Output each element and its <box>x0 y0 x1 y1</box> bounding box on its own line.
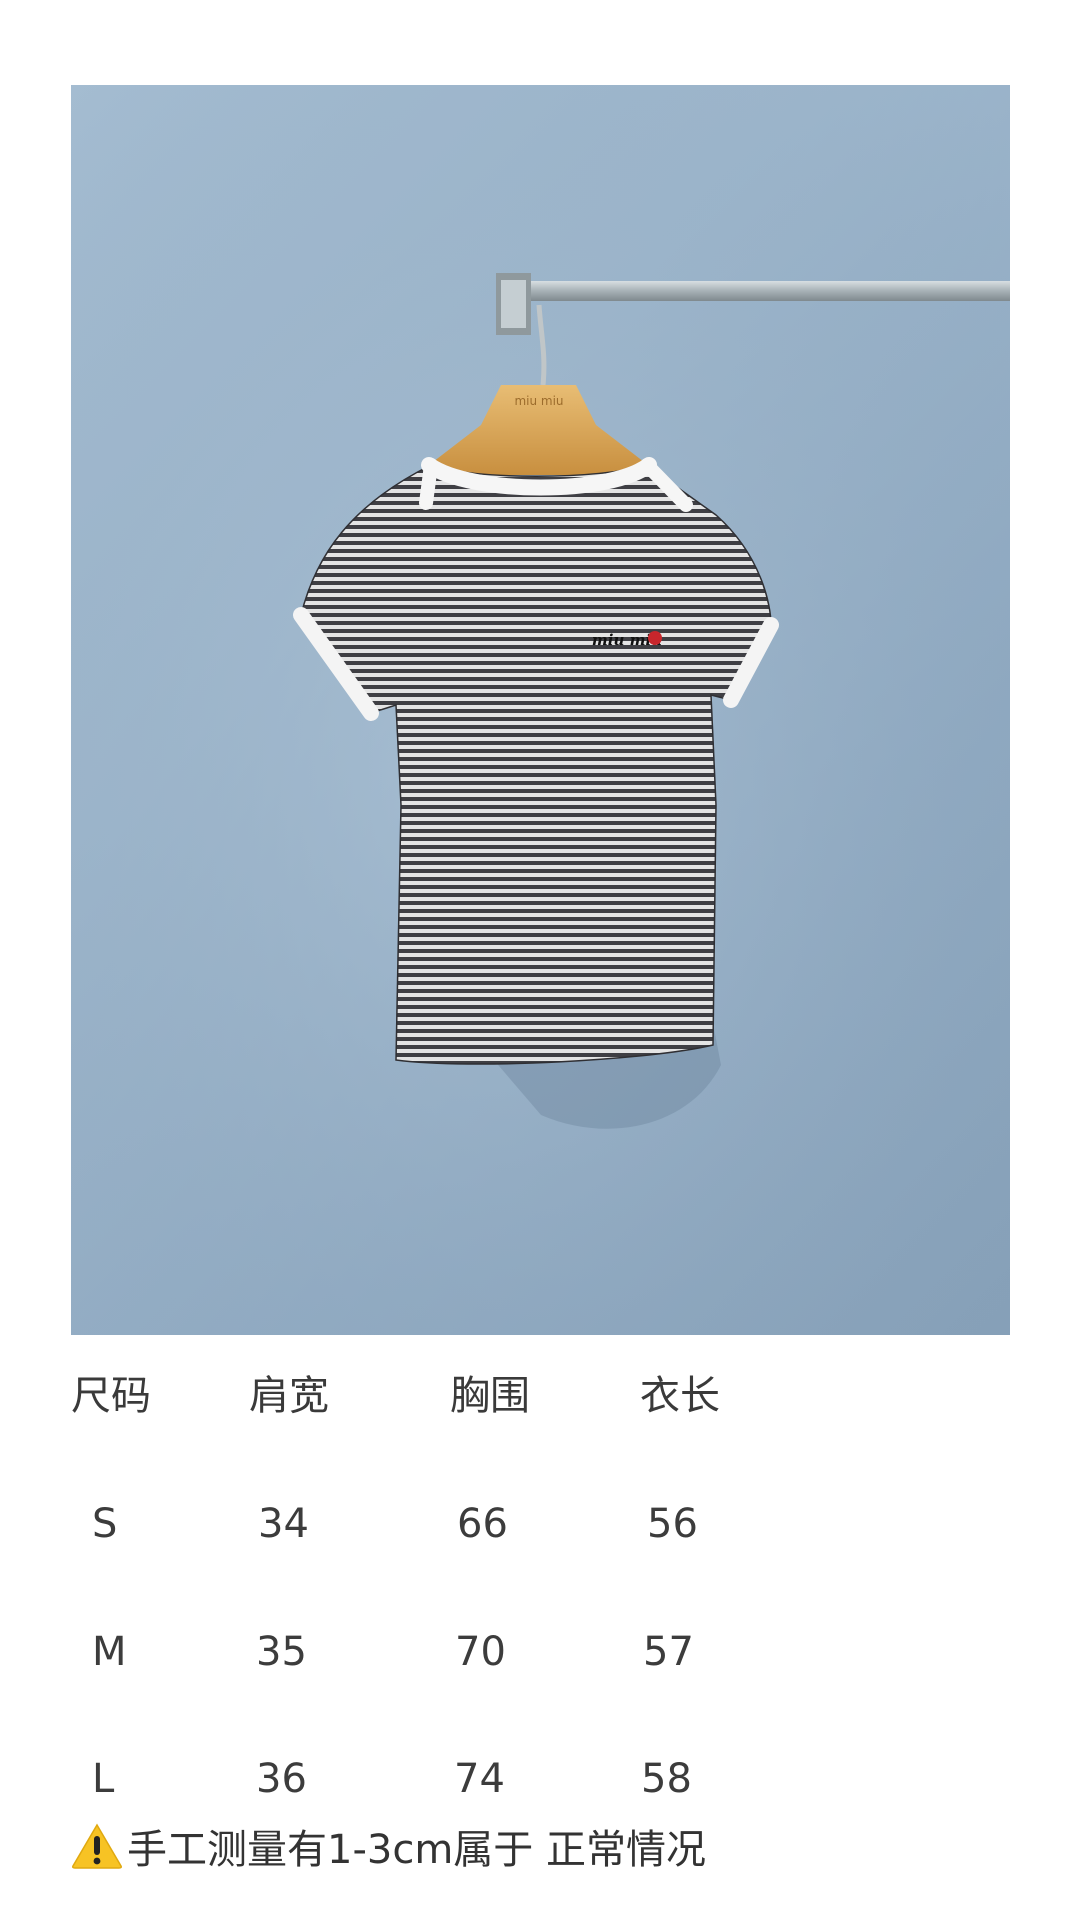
row-s-length: 56 <box>647 1501 698 1547</box>
note-text: 手工测量有1-3cm属于 正常情况 <box>127 1827 707 1873</box>
header-length: 衣长 <box>640 1373 720 1419</box>
row-s-shoulder: 34 <box>258 1501 309 1547</box>
row-m-size: M <box>92 1629 127 1675</box>
row-l-chest: 74 <box>454 1756 505 1802</box>
header-shoulder: 肩宽 <box>249 1373 329 1419</box>
row-l-size: L <box>92 1756 115 1802</box>
hanging-rail <box>498 281 1010 301</box>
row-l-length: 58 <box>641 1756 692 1802</box>
row-s-chest: 66 <box>457 1501 508 1547</box>
measurement-note: 手工测量有1-3cm属于 正常情况 <box>71 1818 706 1874</box>
warning-icon <box>71 1823 123 1869</box>
striped-tshirt-illustration: miu miu miu miu <box>71 85 1010 1335</box>
embroidery-rose <box>648 631 662 645</box>
row-s-size: S <box>92 1501 118 1547</box>
hanger-logo: miu miu <box>514 394 563 408</box>
row-m-shoulder: 35 <box>256 1629 307 1675</box>
row-l-shoulder: 36 <box>256 1756 307 1802</box>
product-photo: miu miu miu miu <box>71 85 1010 1335</box>
row-m-chest: 70 <box>455 1629 506 1675</box>
header-chest: 胸围 <box>450 1373 530 1419</box>
row-m-length: 57 <box>643 1629 694 1675</box>
header-size: 尺码 <box>71 1373 151 1419</box>
